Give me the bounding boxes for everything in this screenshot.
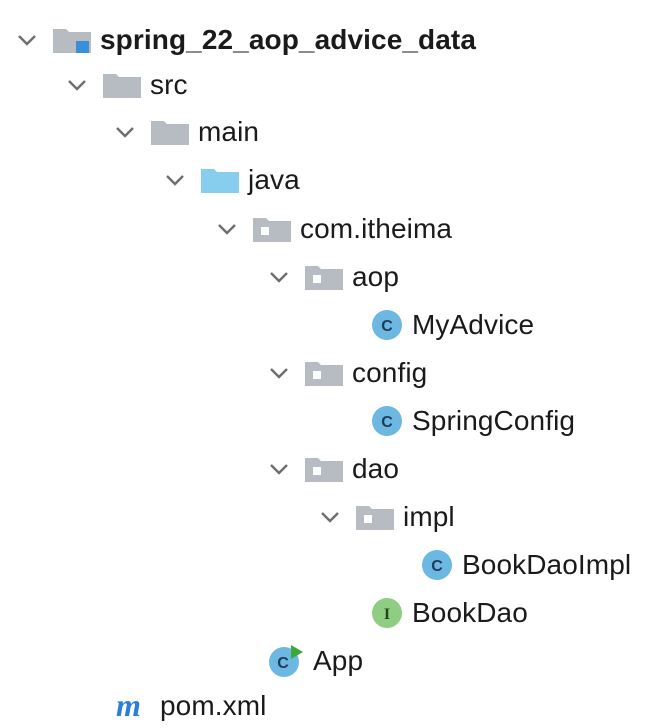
chevron-down-icon[interactable] (262, 255, 296, 299)
tree-item-main[interactable]: main (108, 110, 259, 154)
tree-item-label: MyAdvice (412, 309, 535, 340)
package-icon (252, 215, 292, 243)
tree-item-label: config (352, 357, 428, 388)
svg-text:m: m (116, 690, 141, 722)
tree-item-class-myadvice[interactable]: C MyAdvice (328, 303, 534, 347)
source-root-folder-icon (200, 166, 240, 194)
tree-item-label: spring_22_aop_advice_data (100, 24, 477, 55)
tree-item-class-app[interactable]: C App (225, 639, 363, 683)
package-icon (304, 263, 344, 291)
folder-icon (150, 118, 190, 146)
tree-item-interface-bookdao[interactable]: I BookDao (328, 591, 528, 635)
tree-item-label: aop (352, 261, 400, 292)
chevron-down-icon[interactable] (10, 18, 44, 62)
tree-item-package-dao[interactable]: dao (262, 447, 399, 491)
tree-item-file-pom-xml[interactable]: m pom.xml (72, 684, 267, 728)
svg-text:C: C (431, 558, 443, 575)
class-icon: C (420, 548, 454, 582)
tree-item-src[interactable]: src (60, 63, 188, 107)
tree-item-label: App (313, 645, 364, 676)
class-icon: C (370, 308, 404, 342)
tree-item-label: impl (403, 501, 455, 532)
chevron-down-icon[interactable] (108, 110, 142, 154)
folder-icon (102, 71, 142, 99)
svg-text:C: C (381, 414, 393, 431)
tree-item-label: SpringConfig (412, 405, 576, 436)
tree-item-label: src (150, 69, 188, 100)
chevron-down-icon[interactable] (313, 495, 347, 539)
interface-icon: I (370, 596, 404, 630)
project-tree: spring_22_aop_advice_data src main java (0, 0, 665, 725)
tree-item-label: java (248, 164, 300, 195)
tree-item-label: main (198, 116, 260, 147)
chevron-down-icon[interactable] (262, 351, 296, 395)
chevron-down-icon[interactable] (60, 63, 94, 107)
module-folder-icon (52, 26, 92, 54)
tree-item-label: com.itheima (300, 213, 453, 244)
package-icon (304, 359, 344, 387)
tree-item-label: dao (352, 453, 400, 484)
chevron-down-icon[interactable] (210, 207, 244, 251)
chevron-down-icon[interactable] (262, 447, 296, 491)
tree-item-package-impl[interactable]: impl (313, 495, 455, 539)
tree-item-module-root[interactable]: spring_22_aop_advice_data (10, 18, 476, 62)
svg-text:C: C (381, 318, 393, 335)
tree-item-package-aop[interactable]: aop (262, 255, 399, 299)
chevron-down-icon[interactable] (158, 158, 192, 202)
tree-item-label: BookDaoImpl (462, 549, 632, 580)
package-icon (355, 503, 395, 531)
tree-item-class-springconfig[interactable]: C SpringConfig (328, 399, 575, 443)
class-icon: C (370, 404, 404, 438)
runnable-class-icon: C (267, 643, 305, 679)
package-icon (304, 455, 344, 483)
tree-item-package-com-itheima[interactable]: com.itheima (210, 207, 452, 251)
tree-item-class-bookdaoimpl[interactable]: C BookDaoImpl (378, 543, 631, 587)
svg-text:C: C (277, 655, 289, 672)
svg-text:I: I (384, 606, 390, 623)
tree-item-package-config[interactable]: config (262, 351, 427, 395)
tree-item-label: pom.xml (160, 690, 267, 721)
maven-icon: m (114, 690, 152, 722)
tree-item-label: BookDao (412, 597, 528, 628)
tree-item-java[interactable]: java (158, 158, 300, 202)
